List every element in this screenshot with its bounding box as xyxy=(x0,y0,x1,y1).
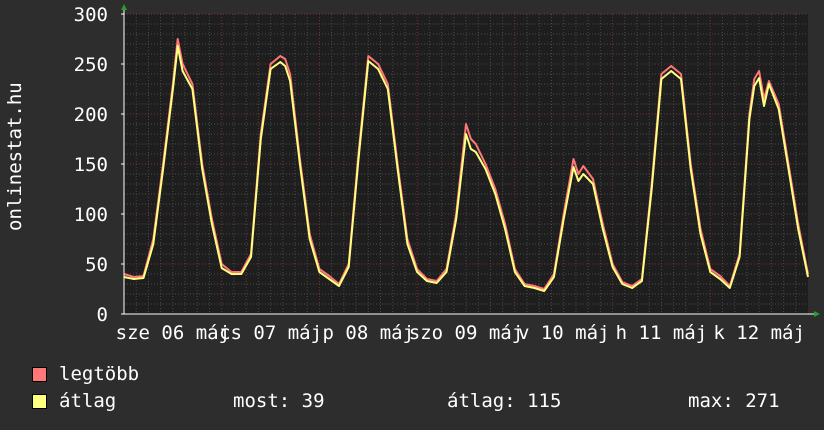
legend-item-legtobb: legtöbb xyxy=(32,363,139,385)
legend-label-legtobb: legtöbb xyxy=(59,363,140,385)
x-axis-arrow-icon xyxy=(814,311,820,317)
x-tick-label: sze 06 máj xyxy=(116,322,230,344)
chart: 0 50 100 150 200 250 300 sze 06 májcs 07 máj p 0… xyxy=(74,4,820,344)
y-tick-label: 100 xyxy=(74,204,108,226)
stat-most: most: 39 xyxy=(233,390,325,412)
y-tick-label: 250 xyxy=(74,54,108,76)
x-tick-label: v 10 máj xyxy=(518,322,610,344)
stat-max: max: 271 xyxy=(688,390,780,412)
x-tick-label: p 08 máj xyxy=(323,322,415,344)
y-tick-label: 150 xyxy=(74,154,108,176)
legend-item-atlag: átlag xyxy=(32,390,116,412)
x-tick-label: k 12 máj xyxy=(713,322,805,344)
y-axis-arrow-icon xyxy=(121,4,127,10)
legend-swatch-atlag xyxy=(32,393,47,409)
legend-label-atlag: átlag xyxy=(59,390,117,412)
stat-atlag: átlag: 115 xyxy=(447,390,562,412)
y-axis-label: onlinestat.hu xyxy=(4,82,26,231)
x-tick-label: cs 07 máj xyxy=(219,322,322,344)
x-tick-label: h 11 máj xyxy=(616,322,708,344)
y-tick-label: 0 xyxy=(97,304,108,326)
x-tick-label: szo 09 máj xyxy=(409,322,523,344)
y-tick-label: 50 xyxy=(85,254,108,276)
legend-swatch-legtobb xyxy=(32,366,47,382)
y-tick-label: 200 xyxy=(74,104,108,126)
y-tick-label: 300 xyxy=(74,4,108,26)
